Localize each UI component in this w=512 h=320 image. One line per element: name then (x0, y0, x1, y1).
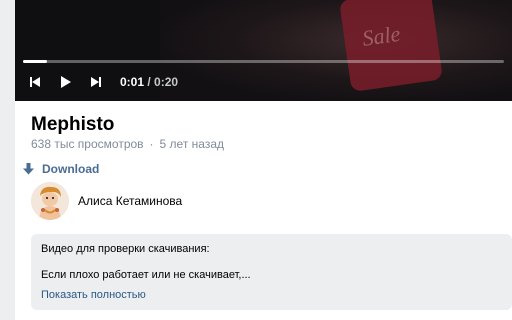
time-display: 0:01 / 0:20 (120, 75, 178, 89)
video-title: Mephisto (31, 114, 115, 135)
upload-age: 5 лет назад (159, 137, 225, 151)
show-more-link[interactable]: Показать полностью (41, 289, 146, 301)
description-box: Видео для проверки скачивания: Если плох… (31, 234, 512, 310)
video-frame (160, 0, 512, 101)
avatar-illustration (31, 182, 69, 220)
progress-bar[interactable] (23, 60, 504, 63)
download-label: Download (42, 162, 100, 176)
time-current: 0:01 (120, 75, 145, 89)
video-player[interactable]: Sale 0:01 / 0:20 (15, 0, 512, 101)
description-line-1: Видео для проверки скачивания: (41, 243, 210, 255)
meta-separator: · (149, 137, 154, 151)
play-icon (61, 76, 71, 88)
video-card: Sale 0:01 / 0:20 Mephisto 638 тыс просмо… (15, 0, 512, 320)
skip-back-icon (30, 77, 40, 87)
play-button[interactable] (58, 74, 74, 90)
video-meta: 638 тыс просмотров · 5 лет назад (31, 137, 224, 151)
sale-sign-image: Sale (339, 0, 443, 92)
download-button[interactable]: Download (23, 162, 99, 176)
progress-fill (23, 60, 48, 63)
download-arrow-icon (23, 163, 34, 175)
next-button[interactable] (88, 74, 104, 90)
skip-forward-icon (91, 77, 101, 87)
time-separator: / (144, 75, 155, 89)
time-total: 0:20 (154, 75, 179, 89)
previous-button[interactable] (27, 74, 43, 90)
author-name[interactable]: Алиса Кетаминова (78, 194, 182, 208)
sale-sign-text: Sale (360, 20, 402, 51)
view-count: 638 тыс просмотров (31, 137, 144, 151)
author-avatar[interactable] (31, 182, 69, 220)
description-line-2: Если плохо работает или не скачивает,... (41, 269, 251, 281)
